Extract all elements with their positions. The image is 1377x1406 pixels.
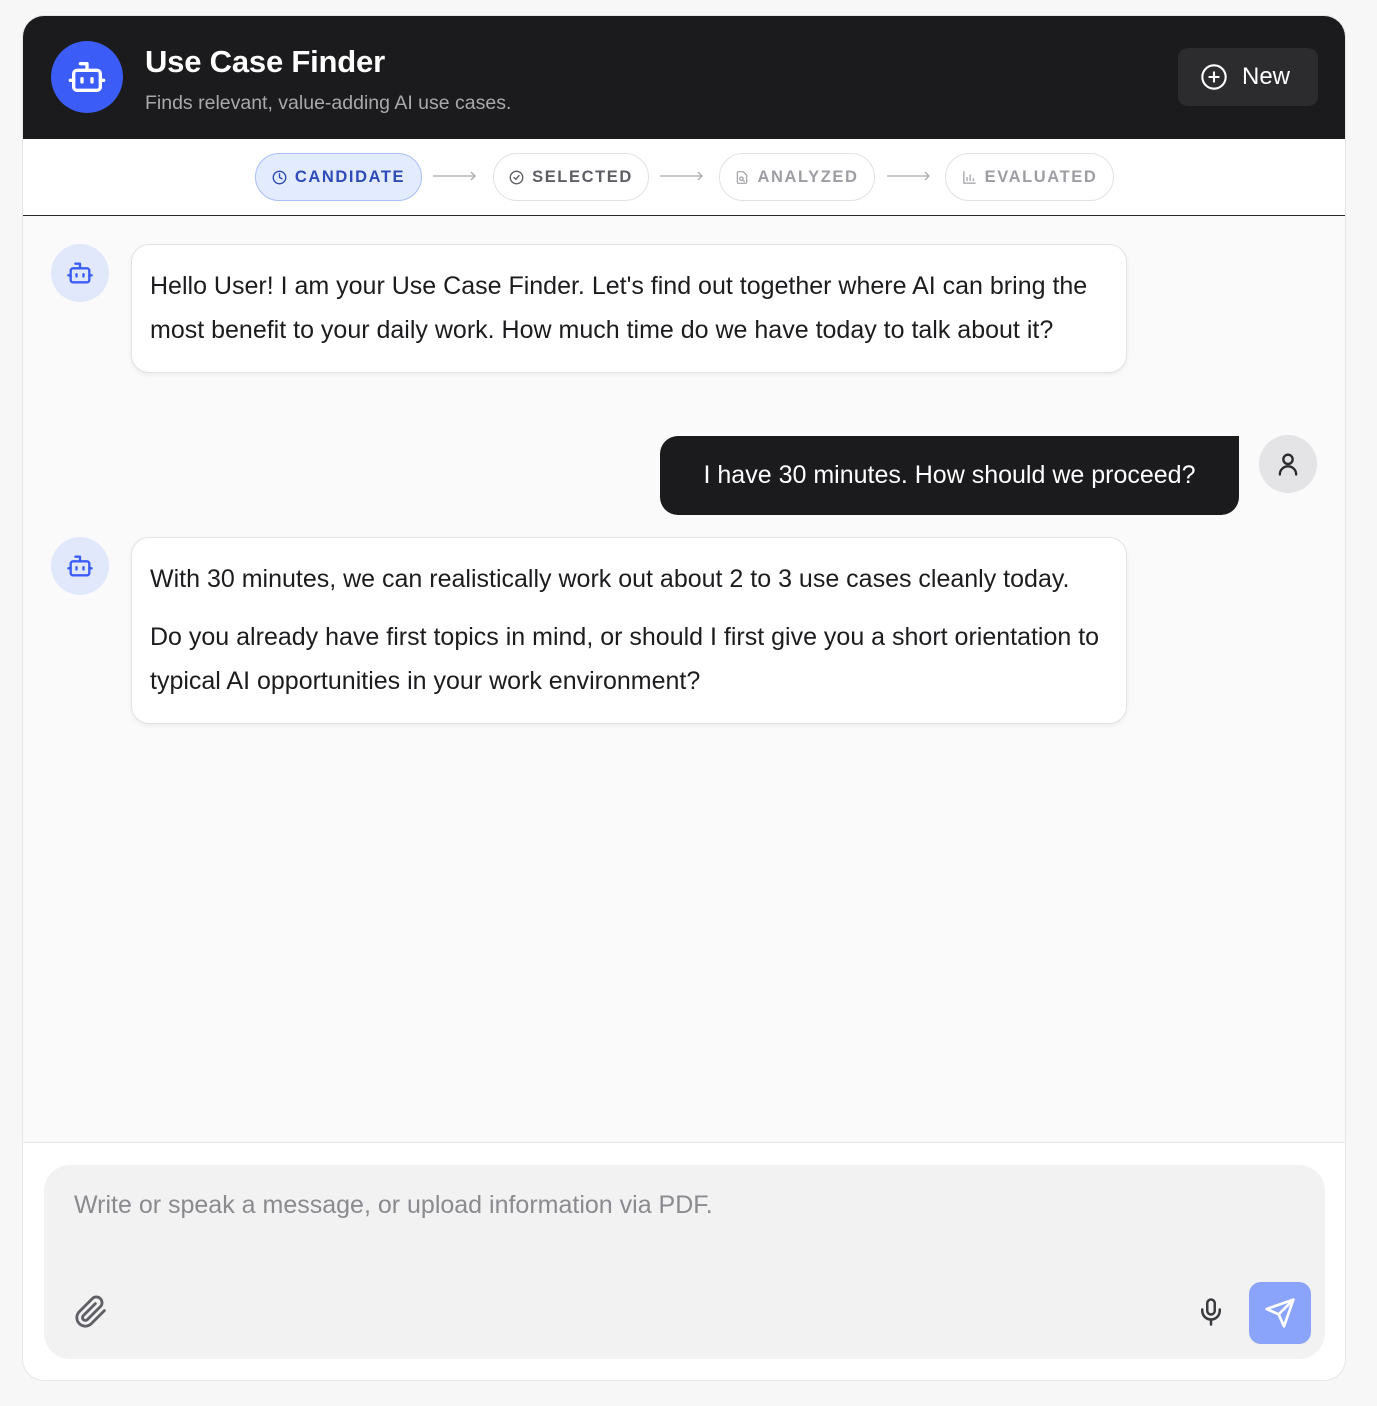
user-avatar bbox=[1259, 435, 1317, 493]
message-text: With 30 minutes, we can realistically wo… bbox=[150, 565, 1070, 593]
step-arrow-icon bbox=[433, 171, 476, 181]
send-button[interactable] bbox=[1249, 1282, 1311, 1344]
new-chat-button[interactable]: New bbox=[1178, 48, 1318, 106]
robot-icon bbox=[67, 262, 93, 284]
message-text: I have 30 minutes. How should we proceed… bbox=[703, 461, 1196, 489]
chat-header: Use Case Finder Finds relevant, value-ad… bbox=[23, 16, 1345, 139]
progress-stepper: CANDIDATE SELECTED ANALYZED EVALUATED bbox=[23, 139, 1345, 216]
send-icon bbox=[1265, 1298, 1295, 1328]
step-arrow-icon bbox=[660, 171, 703, 181]
assistant-message: With 30 minutes, we can realistically wo… bbox=[131, 537, 1127, 724]
app-subtitle: Finds relevant, value-adding AI use case… bbox=[145, 92, 512, 114]
check-circle-icon bbox=[509, 170, 524, 185]
step-arrow-icon bbox=[887, 171, 930, 181]
step-analyzed[interactable]: ANALYZED bbox=[719, 153, 875, 201]
step-label: ANALYZED bbox=[757, 167, 859, 186]
paperclip-icon bbox=[75, 1295, 106, 1328]
app-title: Use Case Finder bbox=[145, 44, 385, 79]
step-selected[interactable]: SELECTED bbox=[493, 153, 649, 201]
robot-icon bbox=[68, 62, 106, 93]
message-composer bbox=[44, 1165, 1325, 1359]
step-label: SELECTED bbox=[532, 167, 633, 186]
step-evaluated[interactable]: EVALUATED bbox=[945, 153, 1114, 201]
message-text: Do you already have first topics in mind… bbox=[150, 623, 1100, 695]
user-icon bbox=[1278, 453, 1298, 476]
assistant-avatar bbox=[51, 41, 123, 113]
clock-icon bbox=[272, 170, 287, 185]
microphone-button[interactable] bbox=[1196, 1295, 1226, 1329]
document-search-icon bbox=[735, 170, 749, 185]
step-label: CANDIDATE bbox=[294, 167, 406, 186]
new-chat-label: New bbox=[1242, 63, 1291, 90]
attach-button[interactable] bbox=[74, 1295, 108, 1329]
composer-area bbox=[23, 1142, 1345, 1380]
bar-chart-icon bbox=[962, 170, 977, 185]
assistant-avatar bbox=[51, 244, 109, 302]
chat-window: Use Case Finder Finds relevant, value-ad… bbox=[22, 15, 1346, 1381]
user-message: I have 30 minutes. How should we proceed… bbox=[660, 436, 1239, 515]
message-text: Hello User! I am your Use Case Finder. L… bbox=[150, 272, 1088, 344]
step-label: EVALUATED bbox=[984, 167, 1098, 186]
microphone-icon bbox=[1201, 1298, 1221, 1326]
step-candidate[interactable]: CANDIDATE bbox=[255, 153, 422, 201]
assistant-avatar bbox=[51, 537, 109, 595]
robot-icon bbox=[67, 555, 93, 577]
plus-circle-icon bbox=[1201, 64, 1227, 90]
message-input[interactable] bbox=[74, 1191, 1174, 1251]
assistant-message: Hello User! I am your Use Case Finder. L… bbox=[131, 244, 1127, 373]
